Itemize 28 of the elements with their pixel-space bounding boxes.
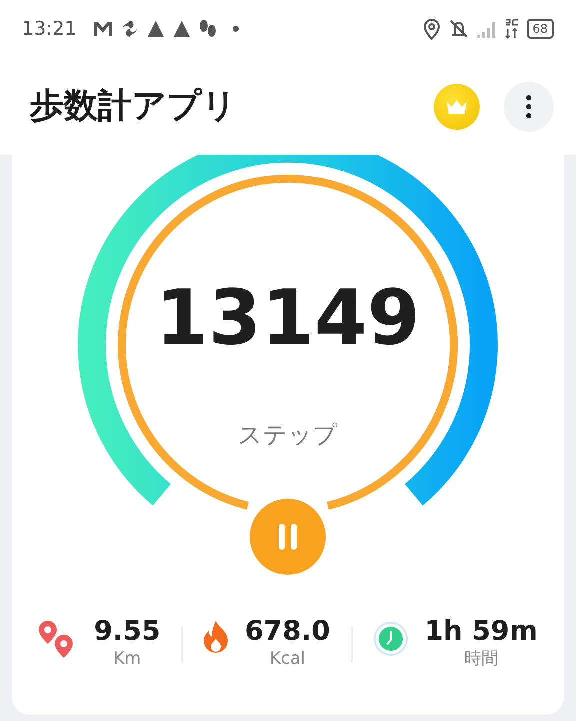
clock-time: 13:21 [22, 16, 77, 42]
app-title: 歩数計アプリ [30, 86, 237, 127]
stat-unit: 時間 [464, 648, 498, 671]
pause-icon [278, 524, 298, 550]
more-icon [526, 94, 532, 118]
bell-muted-icon [448, 19, 469, 39]
pinwheel-icon [120, 20, 139, 38]
stat-value: 9.55 [94, 617, 161, 647]
flame-icon [203, 621, 230, 653]
data-arrows-icon [504, 19, 519, 39]
crown-icon [446, 98, 468, 114]
clock-icon [372, 621, 409, 657]
stat-value: 1h 59m [424, 617, 538, 647]
footprints-icon [198, 19, 217, 39]
dot-icon [232, 26, 239, 32]
step-label: ステップ [237, 420, 339, 451]
premium-button[interactable] [434, 84, 480, 130]
mail-icon [92, 21, 113, 37]
battery-indicator: 68 [526, 19, 554, 39]
stat-unit: Km [114, 648, 142, 671]
triangle-icon [172, 21, 191, 37]
more-button[interactable] [504, 82, 554, 132]
step-count: 13149 [154, 280, 422, 356]
stat-unit: Kcal [270, 648, 306, 671]
signal-icon [476, 20, 497, 38]
triangle-icon [146, 21, 165, 37]
stat-value: 678.0 [245, 617, 330, 647]
location-icon [422, 18, 441, 40]
